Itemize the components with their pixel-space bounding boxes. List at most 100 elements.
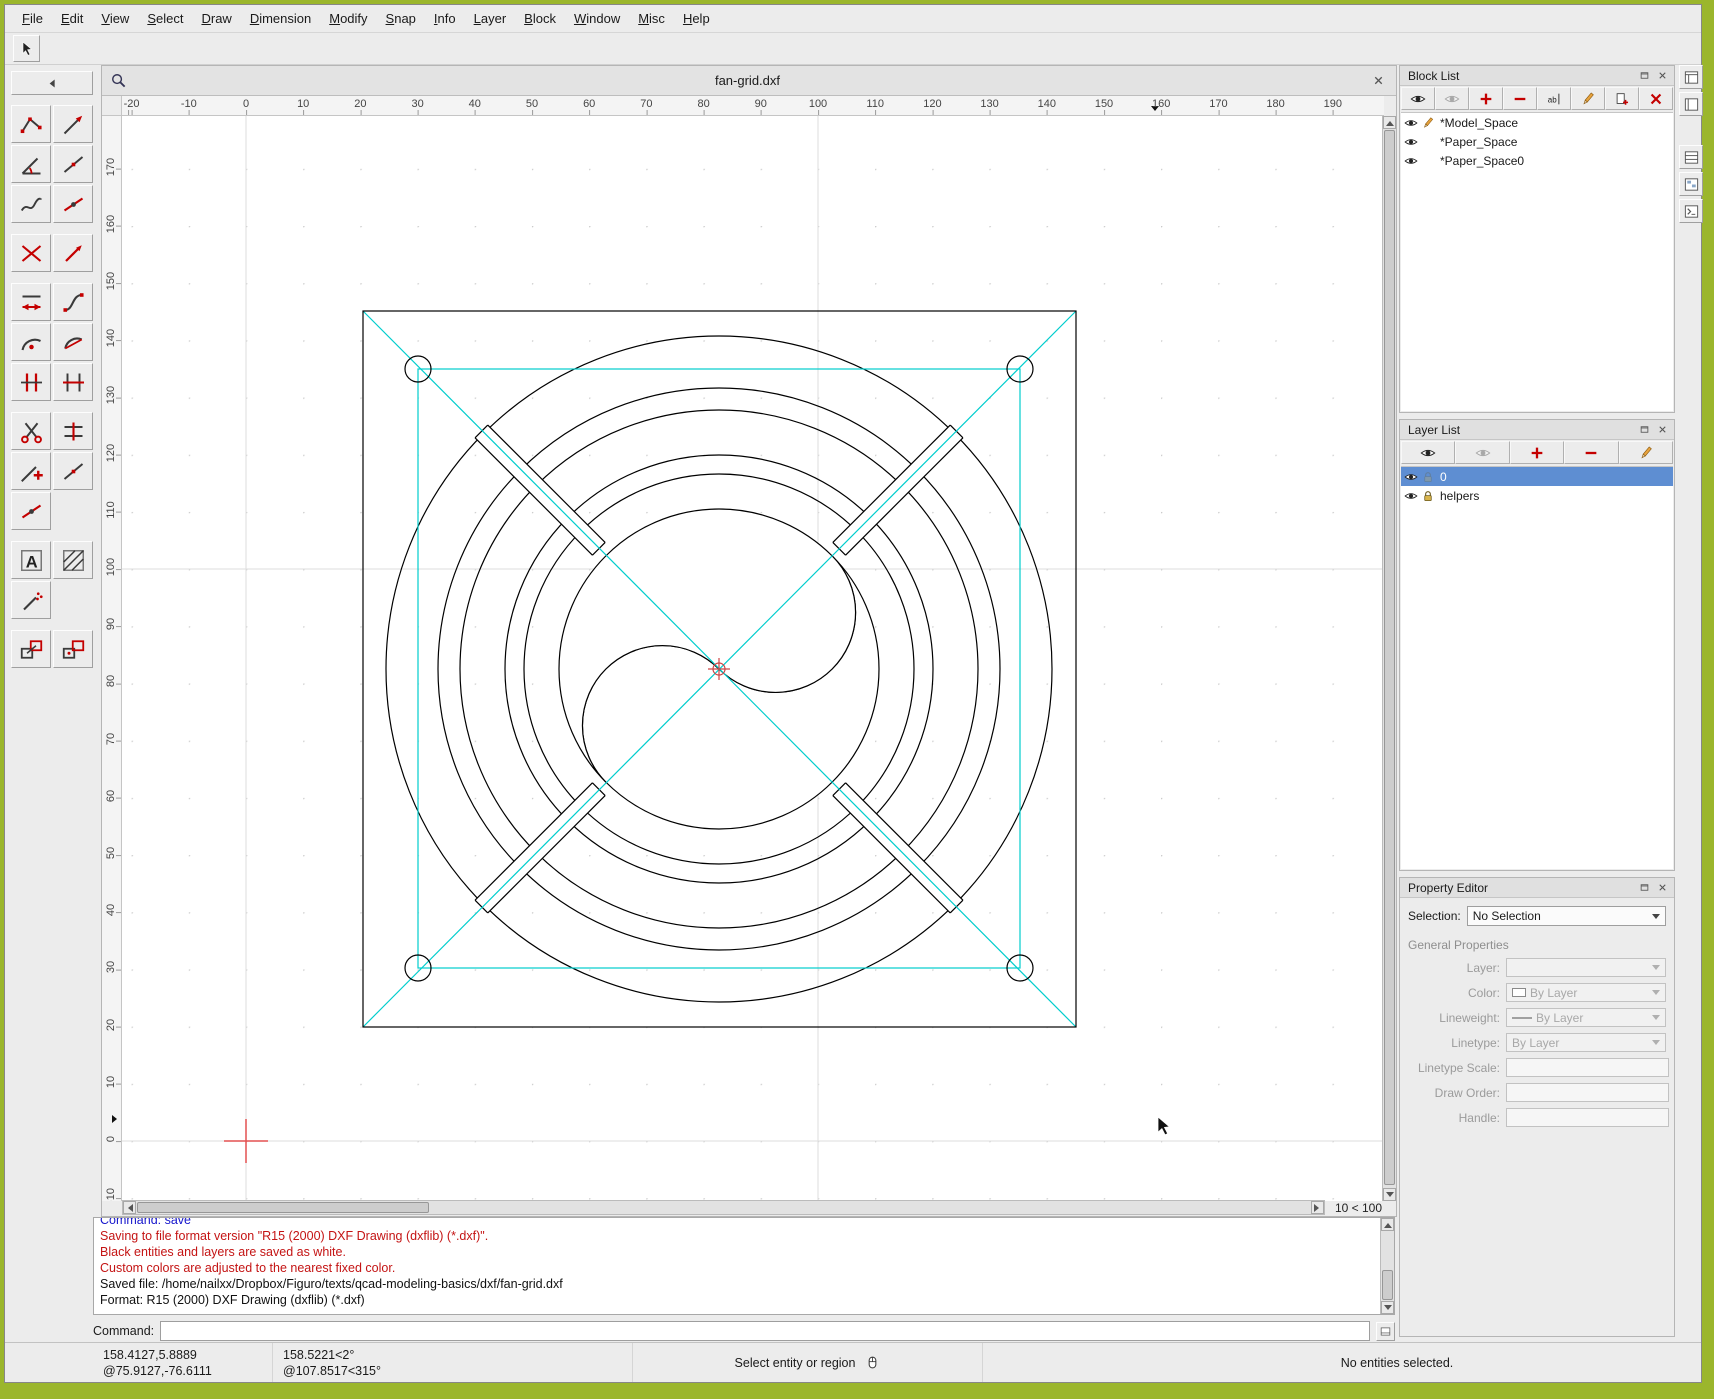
cad-tool-button[interactable] bbox=[11, 581, 51, 619]
menu-item[interactable]: Help bbox=[674, 7, 719, 30]
desktop: { "colors": { "desktop_green": "#9bb62c"… bbox=[0, 0, 1714, 1399]
ruler-label: 50 bbox=[105, 846, 117, 860]
vertical-scrollbar[interactable] bbox=[1382, 116, 1396, 1201]
scroll-right-button[interactable] bbox=[1310, 1201, 1324, 1214]
absolute-polar-coordinates: 158.5221<2° bbox=[283, 1347, 355, 1362]
cad-tool-button[interactable] bbox=[53, 234, 93, 272]
cad-tool-button[interactable] bbox=[11, 145, 51, 183]
panel-toggle-button[interactable] bbox=[1679, 172, 1703, 196]
visibility-eye-icon[interactable] bbox=[1404, 116, 1418, 130]
panel-toolbar-button[interactable] bbox=[1564, 441, 1619, 464]
panel-toolbar-button[interactable] bbox=[1571, 87, 1605, 110]
ruler-label: 30 bbox=[411, 98, 424, 110]
drawing-canvas[interactable] bbox=[122, 116, 1384, 1201]
menu-item[interactable]: File bbox=[13, 7, 52, 30]
menu-item[interactable]: Misc bbox=[629, 7, 674, 30]
menu-item[interactable]: Draw bbox=[192, 7, 240, 30]
panel-toolbar-button[interactable]: ab bbox=[1537, 87, 1571, 110]
visibility-eye-icon[interactable] bbox=[1404, 470, 1418, 484]
panel-toggle-button[interactable] bbox=[1679, 145, 1703, 169]
panel-toolbar-button[interactable] bbox=[1455, 441, 1510, 464]
document-close-button[interactable] bbox=[1368, 71, 1388, 91]
panel-toggle-button[interactable] bbox=[1679, 92, 1703, 116]
cad-tool-button[interactable] bbox=[53, 412, 93, 450]
panel-toolbar-button[interactable] bbox=[1401, 87, 1435, 110]
cad-tool-button[interactable] bbox=[53, 145, 93, 183]
cad-tool-button[interactable] bbox=[11, 452, 51, 490]
cad-tool-button[interactable] bbox=[11, 283, 51, 321]
cad-tool-button[interactable] bbox=[53, 630, 93, 668]
menu-item[interactable]: Snap bbox=[377, 7, 425, 30]
scroll-down-button[interactable] bbox=[1381, 1301, 1394, 1314]
cad-tool-button[interactable] bbox=[11, 363, 51, 401]
back-button[interactable] bbox=[11, 71, 93, 95]
panel-float-button[interactable] bbox=[1636, 69, 1652, 83]
panel-toolbar-button[interactable] bbox=[1509, 441, 1565, 464]
scrollbar-thumb[interactable] bbox=[137, 1202, 429, 1213]
menu-item[interactable]: Info bbox=[425, 7, 465, 30]
panel-close-button[interactable] bbox=[1654, 69, 1670, 83]
menu-item[interactable]: Select bbox=[138, 7, 192, 30]
scroll-up-button[interactable] bbox=[1383, 116, 1396, 129]
cad-tool-button[interactable] bbox=[11, 234, 51, 272]
visibility-eye-icon[interactable] bbox=[1404, 154, 1418, 168]
menu-item[interactable]: Dimension bbox=[241, 7, 320, 30]
panel-toolbar-button[interactable] bbox=[1639, 87, 1673, 110]
menu-item[interactable]: Block bbox=[515, 7, 565, 30]
layer-list-item[interactable]: 0 bbox=[1401, 467, 1673, 486]
panel-float-button[interactable] bbox=[1636, 881, 1652, 895]
panel-toolbar-button[interactable] bbox=[1503, 87, 1537, 110]
selection-tool-button[interactable] bbox=[13, 35, 40, 62]
command-history-toggle-button[interactable] bbox=[1376, 1321, 1395, 1341]
panel-toolbar-button[interactable] bbox=[1435, 87, 1469, 110]
panel-close-button[interactable] bbox=[1654, 423, 1670, 437]
scroll-up-button[interactable] bbox=[1381, 1218, 1394, 1231]
panel-toggle-button[interactable] bbox=[1679, 199, 1703, 223]
cad-tool-button[interactable] bbox=[53, 283, 93, 321]
menu-item[interactable]: Layer bbox=[465, 7, 516, 30]
cad-tool-button[interactable] bbox=[11, 185, 51, 223]
panel-toolbar-button[interactable] bbox=[1469, 87, 1503, 110]
scroll-left-button[interactable] bbox=[123, 1201, 136, 1214]
panel-toolbar-button[interactable] bbox=[1618, 441, 1674, 464]
menu-item[interactable]: Window bbox=[565, 7, 629, 30]
cad-tool-button[interactable] bbox=[11, 492, 51, 530]
layer-list-item[interactable]: helpers bbox=[1401, 486, 1673, 505]
cad-tool-button[interactable] bbox=[11, 630, 51, 668]
command-history[interactable]: Command: save Saving to file format versi… bbox=[93, 1217, 1395, 1315]
panel-toolbar-button[interactable] bbox=[1401, 441, 1456, 464]
block-list-item[interactable]: *Paper_Space0 bbox=[1401, 151, 1673, 170]
menu-item[interactable]: View bbox=[92, 7, 138, 30]
cad-tool-button[interactable] bbox=[53, 105, 93, 143]
lock-icon[interactable] bbox=[1421, 489, 1435, 503]
panel-close-button[interactable] bbox=[1654, 881, 1670, 895]
panel-float-button[interactable] bbox=[1636, 423, 1652, 437]
command-input[interactable] bbox=[160, 1321, 1370, 1341]
text-icon: A bbox=[18, 547, 45, 574]
scroll-down-button[interactable] bbox=[1383, 1188, 1396, 1201]
cad-tool-button[interactable] bbox=[53, 452, 93, 490]
scrollbar-thumb[interactable] bbox=[1382, 1270, 1393, 1300]
menu-item[interactable]: Modify bbox=[320, 7, 376, 30]
visibility-eye-icon[interactable] bbox=[1404, 135, 1418, 149]
cad-tool-button[interactable] bbox=[53, 541, 93, 579]
menu-item[interactable]: Edit bbox=[52, 7, 92, 30]
cad-tool-button[interactable] bbox=[53, 185, 93, 223]
cad-tool-button[interactable] bbox=[53, 363, 93, 401]
horizontal-scrollbar[interactable] bbox=[122, 1200, 1325, 1215]
cad-tool-button[interactable] bbox=[53, 323, 93, 361]
float-box-icon bbox=[1639, 424, 1650, 435]
cad-tool-button[interactable] bbox=[11, 412, 51, 450]
history-scrollbar[interactable] bbox=[1380, 1218, 1394, 1314]
panel-toggle-button[interactable] bbox=[1679, 65, 1703, 89]
block-list-item[interactable]: *Paper_Space bbox=[1401, 132, 1673, 151]
cad-tool-button[interactable]: A bbox=[11, 541, 51, 579]
cad-tool-button[interactable] bbox=[11, 323, 51, 361]
block-list-item[interactable]: *Model_Space bbox=[1401, 113, 1673, 132]
scrollbar-thumb[interactable] bbox=[1384, 130, 1395, 1185]
lock-icon[interactable] bbox=[1421, 470, 1435, 484]
cad-tool-button[interactable] bbox=[11, 105, 51, 143]
selection-dropdown[interactable]: No Selection bbox=[1466, 906, 1666, 926]
visibility-eye-icon[interactable] bbox=[1404, 489, 1418, 503]
panel-toolbar-button[interactable] bbox=[1605, 87, 1639, 110]
